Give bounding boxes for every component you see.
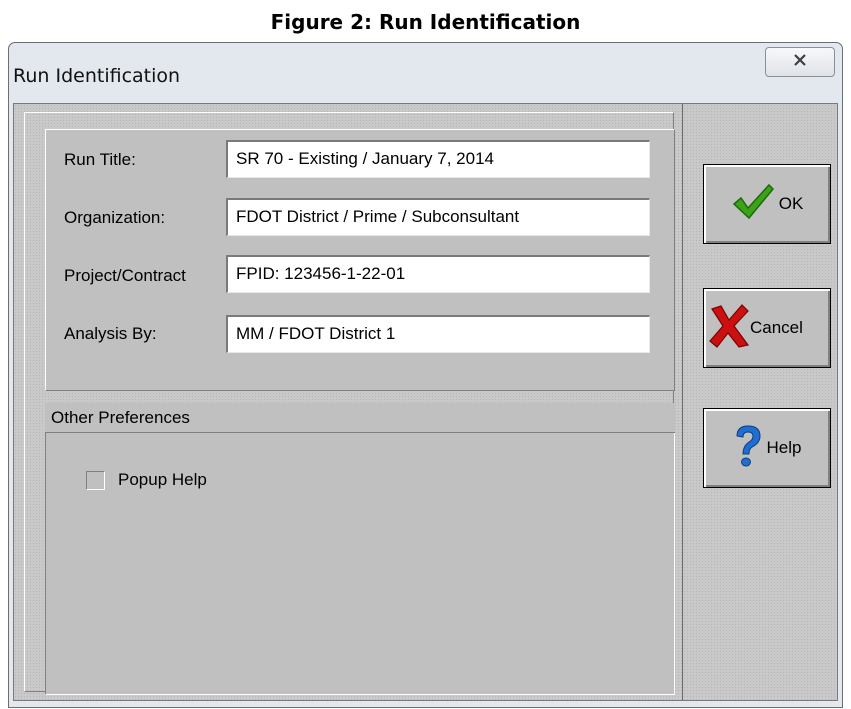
help-button-label: Help <box>766 438 802 457</box>
left-panel: Run Title: SR 70 - Existing / January 7,… <box>24 112 675 695</box>
title-bar: Run Identification <box>9 43 842 103</box>
help-button[interactable]: Help <box>703 408 831 488</box>
figure-caption: Figure 2: Run Identification <box>270 10 581 34</box>
ok-button-label: OK <box>778 194 804 213</box>
analysis-by-label: Analysis By: <box>64 324 157 343</box>
close-button[interactable] <box>765 47 835 77</box>
button-panel: OK Cancel Help <box>682 104 837 700</box>
popup-help-label[interactable]: Popup Help <box>118 470 207 490</box>
dialog-client-area: Run Title: SR 70 - Existing / January 7,… <box>13 103 838 701</box>
ok-button[interactable]: OK <box>703 164 831 244</box>
run-info-group: Run Title: SR 70 - Existing / January 7,… <box>45 129 675 391</box>
project-contract-input[interactable]: FPID: 123456-1-22-01 <box>226 255 650 293</box>
other-preferences-group: Popup Help <box>45 433 675 695</box>
dialog-window: Run Identification Run Title: SR 70 - Ex… <box>8 42 843 708</box>
run-title-input[interactable]: SR 70 - Existing / January 7, 2014 <box>226 140 650 178</box>
window-title: Run Identification <box>13 65 181 87</box>
checkmark-icon <box>731 182 775 227</box>
run-title-label: Run Title: <box>64 150 136 169</box>
close-icon <box>793 53 807 72</box>
popup-help-checkbox[interactable] <box>86 471 105 490</box>
organization-input[interactable]: FDOT District / Prime / Subconsultant <box>226 198 650 236</box>
organization-label: Organization: <box>64 208 166 227</box>
project-contract-label: Project/Contract <box>64 266 186 285</box>
cancel-button-label: Cancel <box>750 318 803 337</box>
x-icon <box>708 303 750 354</box>
analysis-by-input[interactable]: MM / FDOT District 1 <box>226 315 650 353</box>
question-icon <box>733 424 763 473</box>
other-preferences-header: Other Preferences <box>45 403 675 433</box>
cancel-button[interactable]: Cancel <box>703 288 831 368</box>
